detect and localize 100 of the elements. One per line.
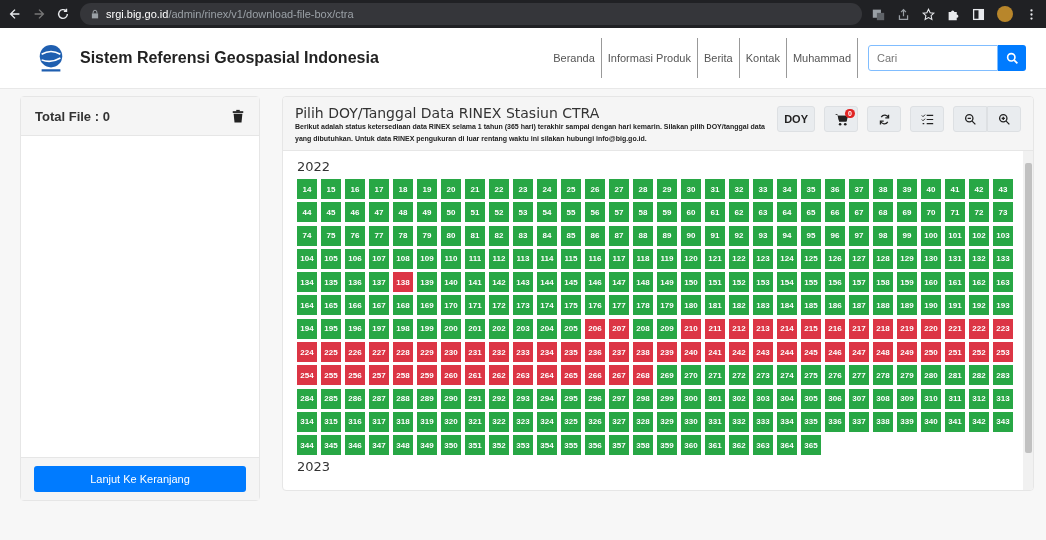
day-button[interactable]: 251 [945,342,965,363]
day-button[interactable]: 333 [753,411,773,432]
day-button[interactable]: 130 [921,248,941,269]
day-button[interactable]: 330 [681,411,701,432]
day-button[interactable]: 42 [969,179,989,199]
day-button[interactable]: 347 [369,435,389,456]
day-button[interactable]: 160 [921,272,941,293]
day-button[interactable]: 234 [537,342,557,363]
day-button[interactable]: 132 [969,248,989,269]
day-button[interactable]: 321 [465,411,485,432]
day-button[interactable]: 267 [609,365,629,386]
day-button[interactable]: 322 [489,411,509,432]
day-button[interactable]: 176 [585,295,605,316]
day-button[interactable]: 238 [633,342,653,363]
day-button[interactable]: 30 [681,179,701,199]
day-button[interactable]: 81 [465,225,485,246]
day-button[interactable]: 291 [465,388,485,409]
day-button[interactable]: 108 [393,248,413,269]
day-button[interactable]: 82 [489,225,509,246]
day-button[interactable]: 232 [489,342,509,363]
day-button[interactable]: 165 [321,295,341,316]
day-button[interactable]: 320 [441,411,461,432]
day-button[interactable]: 239 [657,342,677,363]
day-button[interactable]: 198 [393,318,413,339]
day-button[interactable]: 226 [345,342,365,363]
day-button[interactable]: 316 [345,411,365,432]
day-button[interactable]: 85 [561,225,581,246]
day-button[interactable]: 213 [753,318,773,339]
day-button[interactable]: 283 [993,365,1013,386]
day-button[interactable]: 159 [897,272,917,293]
day-button[interactable]: 224 [297,342,317,363]
day-button[interactable]: 76 [345,225,365,246]
day-button[interactable]: 129 [897,248,917,269]
day-button[interactable]: 348 [393,435,413,456]
day-button[interactable]: 362 [729,435,749,456]
day-button[interactable]: 265 [561,365,581,386]
day-button[interactable]: 134 [297,272,317,293]
day-button[interactable]: 164 [297,295,317,316]
day-button[interactable]: 305 [801,388,821,409]
day-button[interactable]: 197 [369,318,389,339]
day-button[interactable]: 325 [561,411,581,432]
day-button[interactable]: 206 [585,318,605,339]
day-button[interactable]: 306 [825,388,845,409]
day-button[interactable]: 275 [801,365,821,386]
day-button[interactable]: 101 [945,225,965,246]
day-button[interactable]: 87 [609,225,629,246]
day-button[interactable]: 236 [585,342,605,363]
day-button[interactable]: 172 [489,295,509,316]
day-button[interactable]: 84 [537,225,557,246]
day-button[interactable]: 147 [609,272,629,293]
day-button[interactable]: 189 [897,295,917,316]
day-button[interactable]: 242 [729,342,749,363]
day-button[interactable]: 346 [345,435,365,456]
day-button[interactable]: 261 [465,365,485,386]
day-button[interactable]: 357 [609,435,629,456]
day-button[interactable]: 281 [945,365,965,386]
day-button[interactable]: 279 [897,365,917,386]
day-button[interactable]: 217 [849,318,869,339]
day-button[interactable]: 60 [681,202,701,223]
day-button[interactable]: 247 [849,342,869,363]
day-button[interactable]: 72 [969,202,989,223]
day-button[interactable]: 80 [441,225,461,246]
day-button[interactable]: 36 [825,179,845,199]
day-button[interactable]: 148 [633,272,653,293]
day-button[interactable]: 285 [321,388,341,409]
day-button[interactable]: 272 [729,365,749,386]
day-button[interactable]: 52 [489,202,509,223]
day-button[interactable]: 140 [441,272,461,293]
day-button[interactable]: 95 [801,225,821,246]
day-button[interactable]: 287 [369,388,389,409]
day-button[interactable]: 33 [753,179,773,199]
day-button[interactable]: 68 [873,202,893,223]
day-button[interactable]: 364 [777,435,797,456]
day-button[interactable]: 248 [873,342,893,363]
day-button[interactable]: 168 [393,295,413,316]
address-bar[interactable]: srgi.big.go.id/admin/rinex/v1/download-file-box/ctra [80,3,862,25]
day-button[interactable]: 63 [753,202,773,223]
day-button[interactable]: 155 [801,272,821,293]
profile-avatar[interactable] [997,6,1013,22]
day-button[interactable]: 354 [537,435,557,456]
day-button[interactable]: 212 [729,318,749,339]
back-icon[interactable] [8,7,22,21]
day-button[interactable]: 276 [825,365,845,386]
day-button[interactable]: 356 [585,435,605,456]
day-button[interactable]: 289 [417,388,437,409]
day-button[interactable]: 67 [849,202,869,223]
day-button[interactable]: 266 [585,365,605,386]
day-button[interactable]: 167 [369,295,389,316]
day-button[interactable]: 352 [489,435,509,456]
scrollbar[interactable] [1023,151,1033,490]
day-button[interactable]: 163 [993,272,1013,293]
day-button[interactable]: 105 [321,248,341,269]
day-button[interactable]: 48 [393,202,413,223]
day-button[interactable]: 278 [873,365,893,386]
day-button[interactable]: 332 [729,411,749,432]
day-button[interactable]: 83 [513,225,533,246]
day-button[interactable]: 53 [513,202,533,223]
day-button[interactable]: 244 [777,342,797,363]
day-button[interactable]: 280 [921,365,941,386]
day-button[interactable]: 363 [753,435,773,456]
